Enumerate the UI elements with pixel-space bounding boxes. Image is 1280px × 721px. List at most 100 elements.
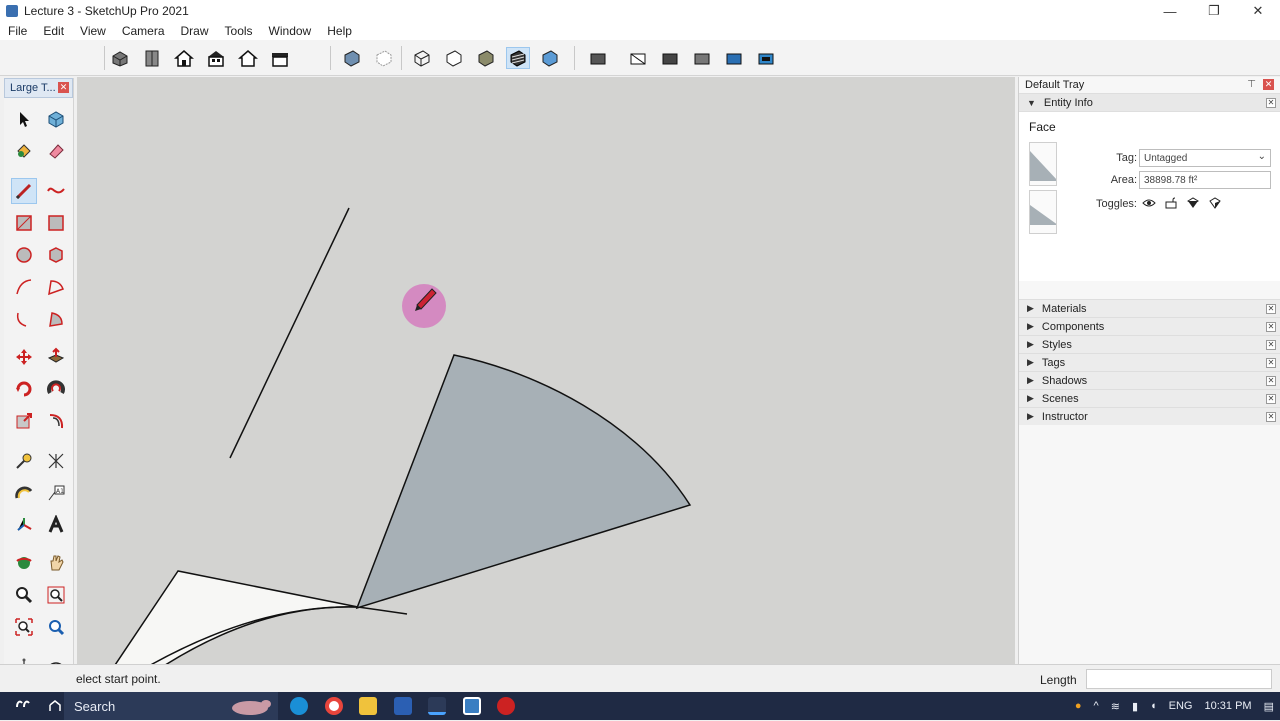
components-close-icon[interactable]: ✕ [1266, 322, 1276, 332]
freehand-icon[interactable] [43, 178, 69, 204]
layer-tool-4-icon[interactable] [690, 47, 714, 69]
menu-draw[interactable]: Draw [173, 24, 217, 38]
text-icon[interactable]: A1 [43, 480, 69, 506]
tags-panel-header[interactable]: ▶ Tags ✕ [1019, 353, 1280, 371]
scenes-close-icon[interactable]: ✕ [1266, 394, 1276, 404]
axes-icon[interactable] [11, 512, 37, 538]
paint-bucket-icon[interactable] [11, 138, 37, 164]
back-face[interactable] [107, 570, 359, 664]
edge-browser-icon[interactable] [290, 697, 308, 715]
tags-close-icon[interactable]: ✕ [1266, 358, 1276, 368]
polygon-icon[interactable] [43, 242, 69, 268]
right-view-icon[interactable] [204, 47, 228, 69]
rectangle-icon[interactable] [11, 210, 37, 236]
sketchup-taskbar-icon[interactable] [463, 697, 481, 715]
tag-select[interactable]: Untagged ⌄ [1139, 149, 1271, 167]
xray-style-icon[interactable] [340, 47, 364, 69]
dimension-icon[interactable] [43, 448, 69, 474]
move-icon[interactable] [11, 344, 37, 370]
styles-panel-header[interactable]: ▶ Styles ✕ [1019, 335, 1280, 353]
entity-info-close-icon[interactable]: ✕ [1266, 98, 1276, 108]
front-material-swatch[interactable] [1029, 142, 1057, 186]
arc-icon[interactable] [11, 274, 37, 300]
language-indicator[interactable]: ENG [1169, 700, 1193, 712]
materials-panel-header[interactable]: ▶ Materials ✕ [1019, 299, 1280, 317]
styles-close-icon[interactable]: ✕ [1266, 340, 1276, 350]
word-icon[interactable] [394, 697, 412, 715]
chrome-icon[interactable] [325, 697, 343, 715]
zoom-icon[interactable] [11, 582, 37, 608]
menu-camera[interactable]: Camera [114, 24, 173, 38]
back-edges-style-icon[interactable] [372, 47, 396, 69]
menu-window[interactable]: Window [261, 24, 320, 38]
layer-tool-3-icon[interactable] [658, 47, 682, 69]
three-point-arc-icon[interactable] [11, 306, 37, 332]
large-toolset-close-icon[interactable]: ✕ [58, 82, 69, 93]
measurements-input[interactable] [1086, 669, 1272, 689]
pie-icon[interactable] [43, 306, 69, 332]
previous-icon[interactable] [43, 614, 69, 640]
3d-text-icon[interactable] [43, 512, 69, 538]
shaded-textures-style-icon[interactable] [506, 47, 530, 69]
file-explorer-icon[interactable] [359, 697, 377, 715]
menu-edit[interactable]: Edit [35, 24, 72, 38]
chevron-up-icon[interactable]: ^ [1094, 700, 1099, 712]
menu-tools[interactable]: Tools [217, 24, 261, 38]
hidden-line-style-icon[interactable] [442, 47, 466, 69]
model-canvas[interactable] [77, 77, 1015, 664]
menu-view[interactable]: View [72, 24, 114, 38]
circle-icon[interactable] [11, 242, 37, 268]
layer-tool-1-icon[interactable] [586, 47, 610, 69]
iso-view-icon[interactable] [108, 47, 132, 69]
wireframe-style-icon[interactable] [410, 47, 434, 69]
back-view-icon[interactable] [236, 47, 260, 69]
scale-icon[interactable] [11, 408, 37, 434]
volume-icon[interactable]: ◖ [1150, 700, 1157, 712]
materials-close-icon[interactable]: ✕ [1266, 304, 1276, 314]
layer-tool-2-icon[interactable] [626, 47, 650, 69]
entity-info-header[interactable]: ▼ Entity Info ✕ [1019, 93, 1280, 111]
protractor-icon[interactable] [11, 480, 37, 506]
lock-icon[interactable] [1163, 196, 1179, 210]
pin-icon[interactable]: ⊤ [1247, 79, 1256, 90]
offset-icon[interactable] [43, 408, 69, 434]
push-pull-icon[interactable] [43, 344, 69, 370]
shadows-close-icon[interactable]: ✕ [1266, 376, 1276, 386]
close-button[interactable]: ✕ [1236, 0, 1280, 22]
edge-line[interactable] [229, 207, 350, 459]
visible-eye-icon[interactable] [1141, 196, 1157, 210]
components-panel-header[interactable]: ▶ Components ✕ [1019, 317, 1280, 335]
scenes-panel-header[interactable]: ▶ Scenes ✕ [1019, 389, 1280, 407]
app-icon[interactable] [428, 697, 446, 715]
menu-help[interactable]: Help [319, 24, 360, 38]
zoom-extents-icon[interactable] [11, 614, 37, 640]
battery-icon[interactable]: ▮ [1132, 700, 1138, 713]
monochrome-style-icon[interactable] [538, 47, 562, 69]
menu-file[interactable]: File [0, 24, 35, 38]
make-component-icon[interactable] [43, 106, 69, 132]
rotated-rectangle-icon[interactable] [43, 210, 69, 236]
media-app-icon[interactable] [497, 697, 515, 715]
instructor-close-icon[interactable]: ✕ [1266, 412, 1276, 422]
two-point-arc-icon[interactable] [43, 274, 69, 300]
wifi-icon[interactable]: ≋ [1111, 700, 1120, 713]
zoom-window-icon[interactable] [43, 582, 69, 608]
line-icon[interactable] [11, 178, 37, 204]
shadows-panel-header[interactable]: ▶ Shadows ✕ [1019, 371, 1280, 389]
pan-icon[interactable] [43, 550, 69, 576]
minimize-button[interactable]: — [1148, 0, 1192, 22]
cast-shadows-icon[interactable] [1185, 196, 1201, 210]
tray-close-icon[interactable]: ✕ [1263, 79, 1274, 90]
start-icon[interactable] [14, 697, 32, 715]
action-center-icon[interactable]: ▤ [1264, 700, 1274, 713]
orbit-icon[interactable] [11, 550, 37, 576]
top-view-icon[interactable] [140, 47, 164, 69]
back-material-swatch[interactable] [1029, 190, 1057, 234]
restore-button[interactable]: ❐ [1192, 0, 1236, 22]
front-view-icon[interactable] [172, 47, 196, 69]
receive-shadows-icon[interactable] [1207, 196, 1223, 210]
instructor-panel-header[interactable]: ▶ Instructor ✕ [1019, 407, 1280, 425]
left-view-icon[interactable] [268, 47, 292, 69]
tape-measure-icon[interactable] [11, 448, 37, 474]
follow-me-icon[interactable] [43, 376, 69, 402]
